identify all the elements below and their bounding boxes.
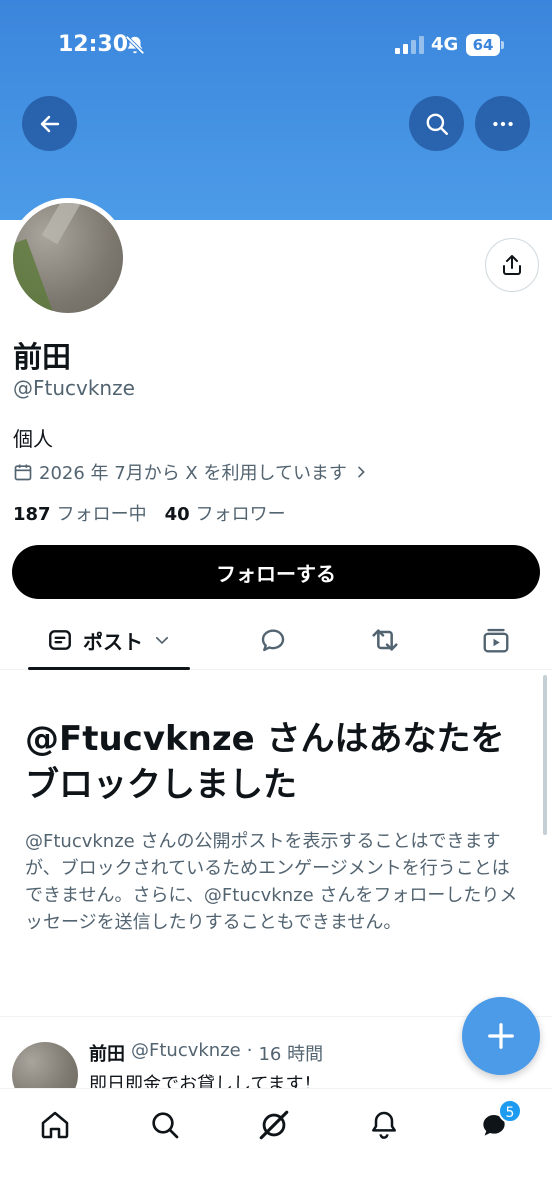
post-author-handle: @Ftucvknze — [131, 1040, 241, 1061]
tab-media[interactable] — [466, 610, 526, 670]
compose-button[interactable] — [462, 997, 540, 1075]
following-link[interactable]: 187 フォロー中 — [13, 500, 147, 526]
tab-posts[interactable]: ポスト — [28, 610, 190, 670]
follow-stats: 187 フォロー中 40 フォロワー — [13, 500, 286, 526]
scrollbar[interactable] — [543, 675, 547, 835]
nav-grok[interactable] — [252, 1103, 296, 1147]
nav-search[interactable] — [143, 1103, 187, 1147]
chevron-down-icon — [155, 636, 169, 645]
post-header: 前田 @Ftucvknze · 16 時間 — [89, 1040, 323, 1066]
profile-handle: @Ftucvknze — [13, 376, 135, 400]
calendar-icon — [14, 464, 32, 481]
avatar-image — [13, 203, 123, 313]
retweet-icon — [372, 629, 398, 651]
profile-bio: 個人 — [13, 427, 53, 451]
display-name: 前田 — [13, 340, 72, 374]
post-avatar[interactable] — [12, 1042, 78, 1088]
bottom-nav: 5 — [0, 1088, 552, 1200]
joined-date[interactable]: 2026 年 7月から X を利用しています — [13, 459, 369, 485]
tab-active-indicator — [28, 667, 190, 670]
post-time: 16 時間 — [258, 1044, 324, 1065]
following-count: 187 — [13, 504, 51, 525]
search-icon — [426, 113, 448, 135]
more-button[interactable] — [475, 96, 530, 151]
follow-button[interactable]: フォローする — [12, 545, 540, 599]
battery-level: 64 — [466, 34, 500, 56]
joined-text: 2026 年 7月から X を利用しています — [39, 463, 347, 484]
share-icon — [503, 255, 521, 275]
nav-home[interactable] — [33, 1103, 77, 1147]
post-text: 即日即金でお貸ししてます！ — [89, 1074, 322, 1088]
profile-tabs: ポスト — [0, 610, 552, 670]
home-icon — [41, 1111, 69, 1139]
blocked-title: @Ftucvknze さんはあなたをブロックしました — [25, 719, 505, 805]
battery-icon: 64 — [466, 34, 504, 56]
following-label: フォロー中 — [56, 504, 147, 525]
chevron-right-icon — [358, 466, 365, 478]
back-button[interactable] — [22, 96, 77, 151]
profile-avatar[interactable] — [8, 198, 128, 318]
signal-icon — [395, 36, 424, 54]
tab-replies[interactable] — [243, 610, 303, 670]
nav-messages[interactable]: 5 — [472, 1099, 522, 1147]
more-horizontal-icon — [492, 121, 513, 126]
network-type: 4G — [431, 34, 459, 55]
followers-link[interactable]: 40 フォロワー — [165, 500, 286, 526]
share-button[interactable] — [485, 238, 539, 292]
messages-badge: 5 — [498, 1099, 522, 1123]
followers-label: フォロワー — [195, 504, 286, 525]
bell-icon — [372, 1111, 396, 1139]
bell-off-icon — [125, 35, 145, 55]
status-bar: 12:30 4G 64 — [0, 28, 552, 64]
arrow-left-icon — [40, 115, 59, 132]
followers-count: 40 — [164, 504, 190, 525]
search-button[interactable] — [409, 96, 464, 151]
blocked-description: @Ftucvknze さんの公開ポストを表示することはできますが、ブロックされて… — [25, 831, 518, 933]
media-icon — [483, 628, 509, 653]
post-separator: · — [246, 1040, 253, 1061]
status-time: 12:30 — [58, 32, 129, 57]
replies-icon — [261, 629, 285, 652]
tab-retweets[interactable] — [355, 610, 415, 670]
grok-icon — [259, 1110, 289, 1140]
post-author-name: 前田 — [89, 1044, 125, 1065]
plus-icon — [488, 1023, 514, 1049]
tab-posts-label: ポスト — [83, 629, 143, 654]
posts-icon — [49, 630, 71, 650]
nav-notifications[interactable] — [362, 1103, 406, 1147]
search-icon — [152, 1112, 179, 1139]
